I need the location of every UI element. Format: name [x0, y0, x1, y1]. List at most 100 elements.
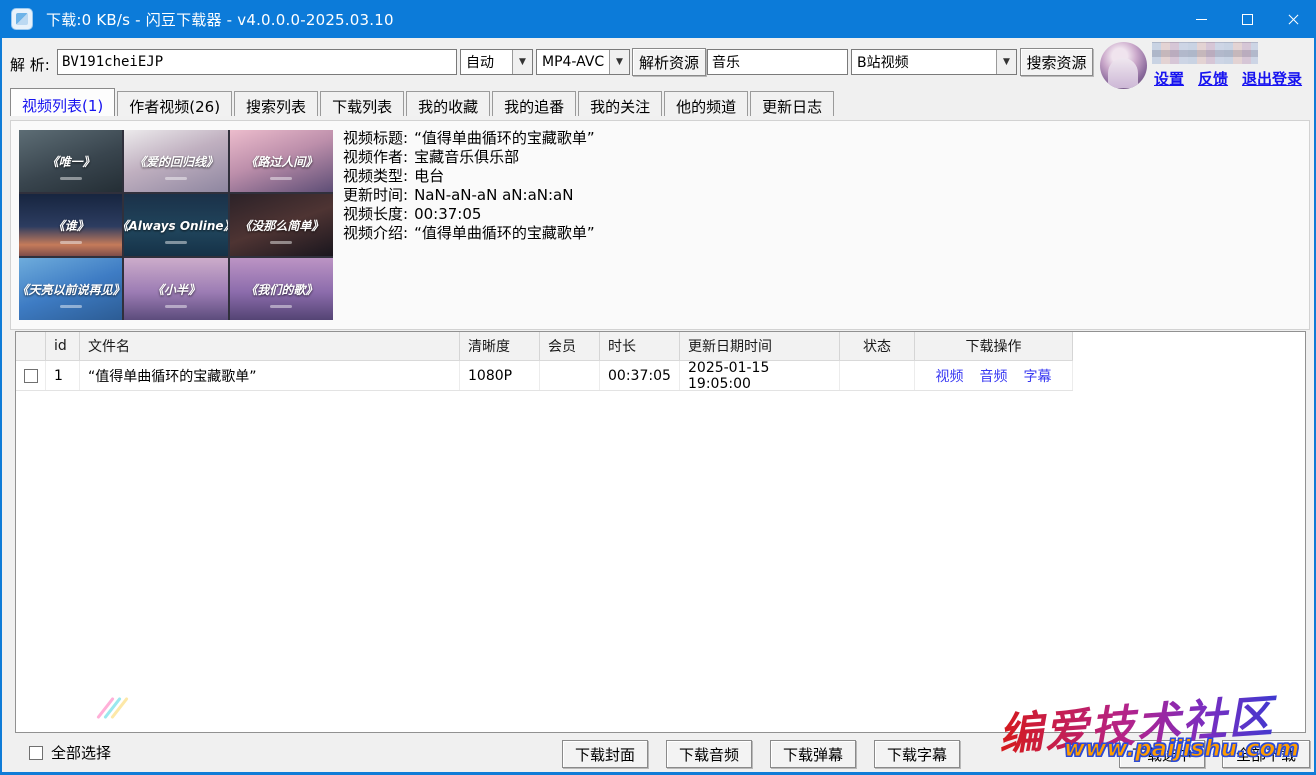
- cover-title: 《路过人间》: [245, 153, 317, 170]
- tab-favorites[interactable]: 我的收藏: [406, 91, 490, 116]
- feedback-link[interactable]: 反馈: [1198, 68, 1228, 89]
- download-subtitle-button[interactable]: 下载字幕: [874, 740, 960, 768]
- video-cover-grid: 《唯一》 《爱的回归线》 《路过人间》 《谁》 《Always Online》 …: [19, 130, 333, 320]
- quality-select[interactable]: 自动 ▼: [460, 49, 533, 75]
- cover-title: 《Always Online》: [124, 217, 227, 234]
- row-filename: “值得单曲循环的宝藏歌单”: [80, 361, 460, 390]
- close-button[interactable]: [1270, 0, 1316, 38]
- cover-title: 《爱的回归线》: [134, 153, 218, 170]
- chevron-down-icon: ▼: [609, 50, 629, 74]
- video-info-panel: 《唯一》 《爱的回归线》 《路过人间》 《谁》 《Always Online》 …: [10, 120, 1310, 330]
- site-select[interactable]: B站视频 ▼: [851, 49, 1017, 75]
- parse-resource-button[interactable]: 解析资源: [632, 48, 706, 76]
- download-subtitle-link[interactable]: 字幕: [1024, 366, 1052, 386]
- format-select[interactable]: MP4-AVC ▼: [536, 49, 630, 75]
- tab-changelog[interactable]: 更新日志: [750, 91, 834, 116]
- cover-tile: 《天亮以前说再见》: [19, 258, 122, 320]
- row-quality: 1080P: [460, 361, 540, 390]
- video-length-value: 00:37:05: [414, 205, 481, 224]
- close-icon: [1287, 13, 1300, 26]
- info-label: 视频介绍:: [343, 224, 408, 243]
- tab-video-list[interactable]: 视频列表(1): [10, 88, 115, 116]
- download-selected-button[interactable]: 下载选中: [1119, 740, 1205, 768]
- tab-author-videos[interactable]: 作者视频(26): [117, 91, 232, 116]
- download-all-button[interactable]: 全部下载: [1222, 740, 1310, 768]
- cover-title: 《小半》: [152, 281, 200, 298]
- info-label: 视频标题:: [343, 129, 408, 148]
- select-all-checkbox[interactable]: [29, 746, 43, 760]
- cover-title: 《天亮以前说再见》: [19, 281, 122, 298]
- cover-tile: 《路过人间》: [230, 130, 333, 192]
- select-all-group: 全部选择: [29, 742, 111, 763]
- tab-search-list[interactable]: 搜索列表: [234, 91, 318, 116]
- info-label: 视频类型:: [343, 167, 408, 186]
- row-updated: 2025-01-15 19:05:00: [680, 361, 840, 390]
- search-resource-button[interactable]: 搜索资源: [1020, 48, 1093, 76]
- row-duration: 00:37:05: [600, 361, 680, 390]
- settings-link[interactable]: 设置: [1154, 68, 1184, 89]
- download-video-link[interactable]: 视频: [936, 366, 964, 386]
- search-keyword-input[interactable]: [707, 49, 848, 75]
- maximize-icon: [1242, 14, 1253, 25]
- header-checkbox-col: [16, 332, 46, 360]
- download-danmaku-button[interactable]: 下载弹幕: [770, 740, 856, 768]
- window-title: 下载:0 KB/s - 闪豆下载器 - v4.0.0.0-2025.03.10: [46, 9, 394, 30]
- maximize-button[interactable]: [1224, 0, 1270, 38]
- row-id: 1: [46, 361, 80, 390]
- header-duration: 时长: [600, 332, 680, 360]
- tab-following[interactable]: 我的关注: [578, 91, 662, 116]
- site-select-value: B站视频: [852, 52, 996, 72]
- download-audio-link[interactable]: 音频: [980, 366, 1008, 386]
- cover-tile: 《唯一》: [19, 130, 122, 192]
- cover-tile: 《爱的回归线》: [124, 130, 227, 192]
- video-info-text: 视频标题:“值得单曲循环的宝藏歌单” 视频作者:宝藏音乐俱乐部 视频类型:电台 …: [343, 129, 595, 243]
- header-vip: 会员: [540, 332, 600, 360]
- video-title-value: “值得单曲循环的宝藏歌单”: [414, 129, 595, 148]
- header-quality: 清晰度: [460, 332, 540, 360]
- toolbar: 解 析: 自动 ▼ MP4-AVC ▼ 解析资源 B站视频 ▼ 搜索资源 设置 …: [2, 38, 1314, 90]
- header-filename: 文件名: [80, 332, 460, 360]
- user-links: 设置 反馈 退出登录: [1154, 68, 1310, 89]
- logout-link[interactable]: 退出登录: [1242, 68, 1302, 89]
- header-actions: 下载操作: [915, 332, 1073, 360]
- cover-title: 《谁》: [53, 217, 89, 234]
- download-audio-button[interactable]: 下载音频: [666, 740, 752, 768]
- tab-his-channel[interactable]: 他的频道: [664, 91, 748, 116]
- tab-bar: 视频列表(1) 作者视频(26) 搜索列表 下载列表 我的收藏 我的追番 我的关…: [10, 88, 836, 116]
- parse-url-input[interactable]: [57, 49, 457, 75]
- bottom-bar: 全部选择 下载封面 下载音频 下载弹幕 下载字幕 下载选中 全部下载: [2, 733, 1314, 772]
- cover-title: 《唯一》: [47, 153, 95, 170]
- window-controls: [1178, 0, 1316, 38]
- cover-tile: 《没那么简单》: [230, 194, 333, 256]
- chevron-down-icon: ▼: [996, 50, 1016, 74]
- header-id: id: [46, 332, 80, 360]
- header-status: 状态: [840, 332, 915, 360]
- parse-label: 解 析:: [10, 54, 50, 75]
- app-icon: [11, 8, 33, 30]
- info-label: 视频长度:: [343, 205, 408, 224]
- username-censored: [1152, 42, 1258, 64]
- app-window: 下载:0 KB/s - 闪豆下载器 - v4.0.0.0-2025.03.10 …: [0, 0, 1316, 775]
- minimize-icon: [1196, 19, 1207, 20]
- cover-tile: 《小半》: [124, 258, 227, 320]
- user-avatar[interactable]: [1100, 42, 1147, 89]
- download-cover-button[interactable]: 下载封面: [562, 740, 648, 768]
- quality-select-value: 自动: [461, 52, 512, 72]
- table-header: id 文件名 清晰度 会员 时长 更新日期时间 状态 下载操作: [16, 332, 1073, 361]
- cover-tile: 《我们的歌》: [230, 258, 333, 320]
- cover-tile: 《Always Online》: [124, 194, 227, 256]
- row-vip: [540, 361, 600, 390]
- tab-download-list[interactable]: 下载列表: [320, 91, 404, 116]
- info-label: 更新时间:: [343, 186, 408, 205]
- info-label: 视频作者:: [343, 148, 408, 167]
- cover-title: 《我们的歌》: [245, 281, 317, 298]
- cover-tile: 《谁》: [19, 194, 122, 256]
- file-list: id 文件名 清晰度 会员 时长 更新日期时间 状态 下载操作 1 “值得单曲循…: [15, 331, 1306, 733]
- minimize-button[interactable]: [1178, 0, 1224, 38]
- row-status: [840, 361, 915, 390]
- tab-bangumi[interactable]: 我的追番: [492, 91, 576, 116]
- update-time-value: NaN-aN-aN aN:aN:aN: [414, 186, 573, 205]
- row-checkbox[interactable]: [24, 369, 38, 383]
- table-row[interactable]: 1 “值得单曲循环的宝藏歌单” 1080P 00:37:05 2025-01-1…: [16, 361, 1073, 391]
- header-updated: 更新日期时间: [680, 332, 840, 360]
